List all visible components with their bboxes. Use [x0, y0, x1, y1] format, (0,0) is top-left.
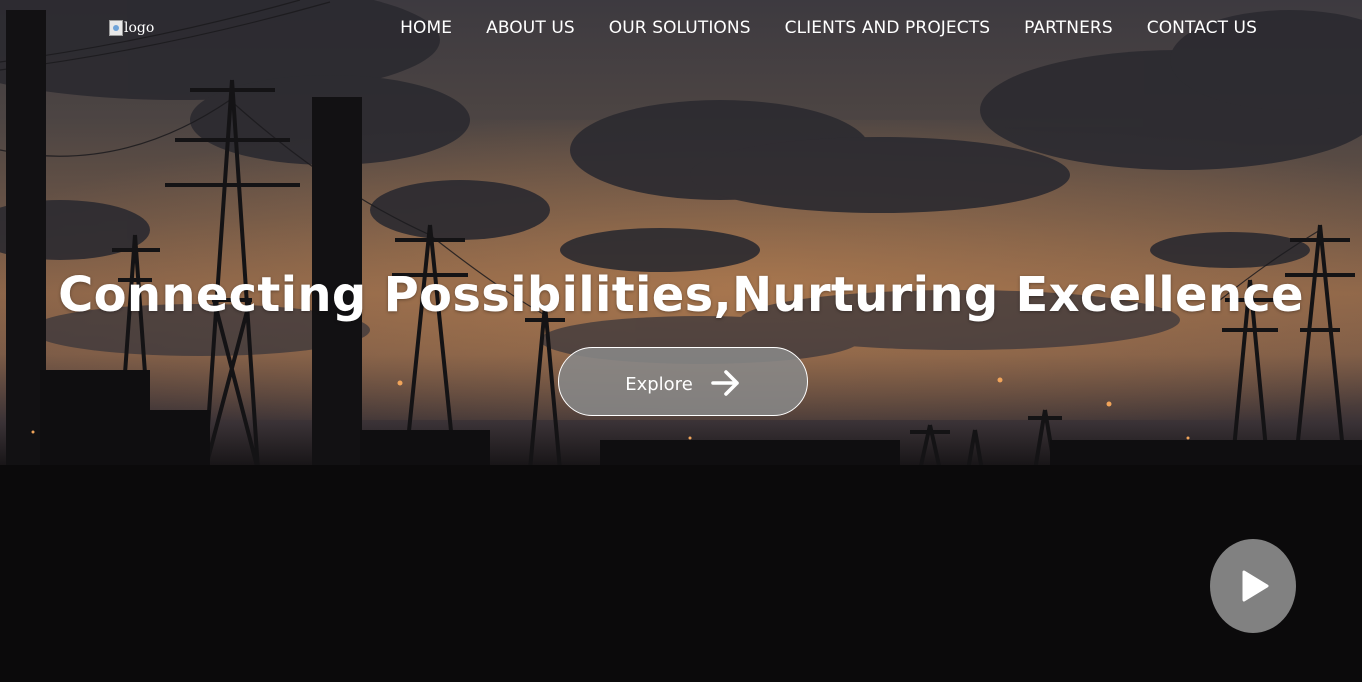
arrow-right-icon	[710, 369, 739, 396]
nav-home-link[interactable]: HOME	[400, 16, 452, 40]
play-icon	[1242, 570, 1269, 602]
broken-image-icon	[109, 20, 123, 36]
nav-clients-and-projects-link[interactable]: CLIENTS AND PROJECTS	[785, 16, 990, 40]
hero-headline: Connecting Possibilities,Nurturing Excel…	[58, 267, 1304, 323]
hero-background-image	[0, 0, 1362, 682]
nav-our-solutions-link[interactable]: OUR SOLUTIONS	[609, 16, 751, 40]
site-logo[interactable]: logo	[109, 19, 154, 37]
logo-alt-text: logo	[124, 20, 155, 36]
nav-contact-us-link[interactable]: CONTACT US	[1147, 16, 1257, 40]
main-navigation: HOME ABOUT US OUR SOLUTIONS CLIENTS AND …	[400, 16, 1257, 40]
explore-button-label: Explore	[625, 373, 693, 395]
nav-partners-link[interactable]: PARTNERS	[1024, 16, 1113, 40]
hero-section: logo HOME ABOUT US OUR SOLUTIONS CLIENTS…	[0, 0, 1362, 682]
explore-button[interactable]: Explore	[558, 347, 808, 416]
play-video-button[interactable]	[1210, 539, 1296, 633]
nav-about-us-link[interactable]: ABOUT US	[486, 16, 575, 40]
